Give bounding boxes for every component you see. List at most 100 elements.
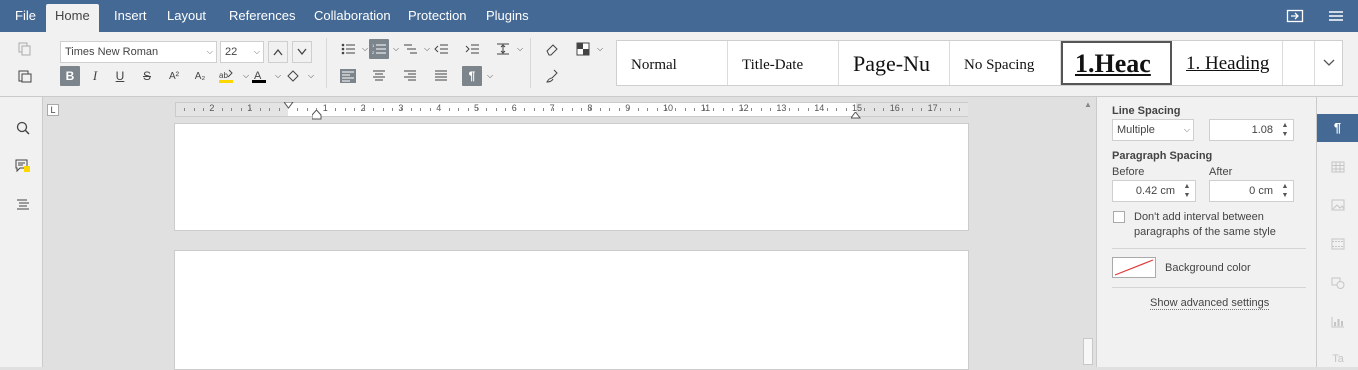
document-page[interactable] [174, 250, 969, 370]
paragraph-settings-icon[interactable]: ¶ [1317, 114, 1358, 142]
ruler-tick [741, 108, 743, 111]
style-page-number[interactable]: Page-Nu [839, 41, 950, 85]
font-size-select[interactable]: 22 ⌵ [220, 41, 264, 63]
chart-settings-icon[interactable] [1328, 312, 1348, 332]
table-settings-icon[interactable] [1328, 157, 1348, 177]
spinner-arrows-icon[interactable]: ▲ ▼ [1182, 182, 1192, 200]
align-center-icon[interactable] [369, 66, 389, 86]
strikethrough-icon[interactable]: S [137, 66, 157, 86]
tab-stop-selector[interactable]: L [47, 104, 59, 116]
ruler-tick [477, 108, 478, 111]
ruler-tick [902, 108, 904, 111]
background-color-swatch[interactable] [1112, 257, 1156, 278]
tab-protection[interactable]: Protection [399, 4, 476, 32]
shape-settings-icon[interactable] [1328, 273, 1348, 293]
navigation-icon[interactable] [13, 195, 33, 215]
copy-icon[interactable] [15, 39, 35, 59]
tab-home[interactable]: Home [46, 4, 99, 32]
style-no-spacing[interactable]: No Spacing [950, 41, 1061, 85]
highlight-color-icon[interactable]: ab [216, 66, 236, 86]
show-advanced-settings-link[interactable]: Show advanced settings [1150, 297, 1270, 310]
nonprinting-chars-icon[interactable]: ¶ [462, 66, 482, 86]
style-heading-1[interactable]: 1. Heading [1172, 41, 1283, 85]
underline-icon[interactable]: U [110, 66, 130, 86]
line-spacing-mode-value: Multiple [1117, 124, 1155, 136]
svg-text:2: 2 [372, 50, 375, 55]
styles-expand-icon[interactable] [1314, 41, 1343, 85]
font-size-value: 22 [225, 46, 238, 58]
justify-icon[interactable] [431, 66, 451, 86]
image-settings-icon[interactable] [1328, 195, 1348, 215]
text-art-settings-icon[interactable]: Ta [1328, 349, 1348, 369]
chevron-down-icon[interactable]: ⌵ [510, 39, 530, 59]
superscript-icon[interactable]: A² [164, 66, 184, 86]
vertical-scrollbar[interactable]: ▲ [1082, 98, 1094, 367]
ruler-tick [836, 108, 838, 111]
no-interval-checkbox[interactable] [1113, 211, 1125, 223]
ruler-tick [562, 108, 564, 111]
chevron-down-icon[interactable]: ⌵ [301, 66, 321, 86]
ruler-tick [940, 108, 942, 111]
increase-indent-icon[interactable] [462, 39, 482, 59]
tab-file[interactable]: File [6, 4, 45, 32]
no-interval-label: Don't add interval between paragraphs of… [1134, 211, 1276, 238]
copy-style-icon[interactable] [542, 66, 562, 86]
tab-plugins[interactable]: Plugins [477, 4, 538, 32]
right-indent-marker[interactable] [850, 109, 861, 123]
spinner-arrows-icon[interactable]: ▲ ▼ [1280, 121, 1290, 139]
paste-icon[interactable] [15, 66, 35, 86]
line-spacing-mode-select[interactable]: Multiple ⌵ [1112, 119, 1194, 141]
align-left-icon[interactable] [338, 66, 358, 86]
scroll-thumb[interactable] [1083, 338, 1093, 365]
ruler-tick [458, 108, 460, 111]
first-line-indent-marker[interactable] [283, 99, 294, 113]
scroll-up-icon[interactable]: ▲ [1084, 100, 1092, 109]
tab-layout[interactable]: Layout [158, 4, 215, 32]
chevron-down-icon: ⌵ [206, 47, 213, 56]
left-indent-marker[interactable] [311, 109, 322, 123]
line-spacing-value-input[interactable]: 1.08 ▲ ▼ [1209, 119, 1294, 141]
spacing-after-input[interactable]: 0 cm ▲ ▼ [1209, 180, 1294, 202]
tab-insert[interactable]: Insert [105, 4, 156, 32]
ruler-number: 1 [322, 103, 328, 113]
document-page[interactable] [174, 123, 969, 231]
subscript-icon[interactable]: A₂ [190, 66, 210, 86]
tab-references[interactable]: References [220, 4, 304, 32]
svg-text:1: 1 [372, 43, 375, 48]
bold-icon[interactable]: B [60, 66, 80, 86]
style-normal[interactable]: Normal [617, 41, 728, 85]
open-location-icon[interactable] [1286, 8, 1304, 24]
ruler-number: 16 [889, 103, 900, 113]
ruler-tick [732, 108, 734, 111]
font-name-select[interactable]: Times New Roman ⌵ [60, 41, 217, 63]
tab-collaboration[interactable]: Collaboration [305, 4, 400, 32]
ruler-tick [240, 108, 242, 111]
align-right-icon[interactable] [400, 66, 420, 86]
ruler-tick [807, 108, 809, 111]
comments-icon[interactable] [13, 156, 33, 176]
paragraph-color-icon[interactable] [283, 66, 303, 86]
background-color-label: Background color [1165, 262, 1251, 274]
style-heading-1-selected[interactable]: 1.Heac [1061, 41, 1172, 85]
font-color-icon[interactable]: A [249, 66, 269, 86]
decrease-indent-icon[interactable] [431, 39, 451, 59]
ruler-number: 12 [738, 103, 749, 113]
hamburger-menu-icon[interactable] [1327, 8, 1345, 24]
paragraph-settings-panel: Line Spacing Multiple ⌵ 1.08 ▲ ▼ Paragrap… [1096, 97, 1316, 367]
decrease-font-icon[interactable] [292, 41, 312, 63]
italic-icon[interactable]: I [85, 66, 105, 86]
ruler-tick [495, 108, 497, 111]
chevron-down-icon[interactable]: ⌵ [480, 66, 500, 86]
ruler-tick [722, 108, 724, 111]
chevron-down-icon[interactable]: ⌵ [590, 39, 610, 59]
horizontal-ruler: 211234567891011121314151617 [175, 99, 968, 120]
header-footer-settings-icon[interactable] [1328, 234, 1348, 254]
spinner-arrows-icon[interactable]: ▲ ▼ [1280, 182, 1290, 200]
spacing-before-input[interactable]: 0.42 cm ▲ ▼ [1112, 180, 1196, 202]
clear-style-icon[interactable] [542, 39, 562, 59]
ruler-tick [354, 108, 356, 111]
style-title-date[interactable]: Title-Date [728, 41, 839, 85]
search-icon[interactable] [13, 118, 33, 138]
increase-font-icon[interactable] [268, 41, 288, 63]
ruler-tick [202, 108, 204, 111]
